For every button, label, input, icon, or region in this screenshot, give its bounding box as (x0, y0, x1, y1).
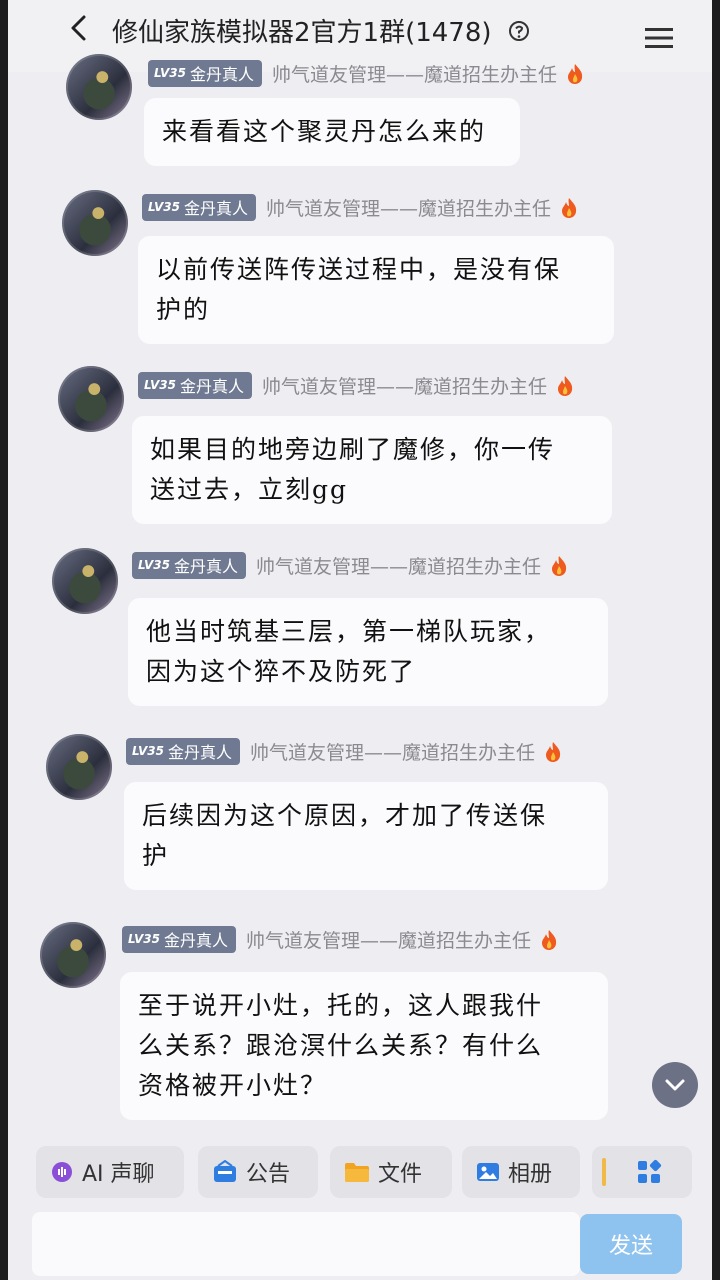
sender-role: 帅气道友管理——魔道招生办主任 (256, 556, 542, 578)
avatar[interactable] (66, 54, 132, 120)
sender-role: 帅气道友管理——魔道招生办主任 (246, 930, 532, 952)
chevron-down-icon (665, 1079, 685, 1091)
menu-icon[interactable] (644, 26, 674, 50)
level-badge: LV35 金丹真人 (122, 926, 236, 953)
album-icon (477, 1163, 499, 1181)
message-bubble[interactable]: 他当时筑基三层，第一梯队玩家， 因为这个猝不及防死了 (128, 598, 608, 706)
fire-icon (558, 375, 573, 396)
tool-more[interactable] (592, 1146, 692, 1198)
fire-icon (568, 63, 583, 84)
question-mark-icon[interactable] (508, 20, 530, 42)
folder-icon (345, 1163, 369, 1182)
divider (602, 1158, 606, 1186)
sender-meta: LV35 金丹真人 帅气道友管理——魔道招生办主任 (122, 926, 559, 953)
message-line: 如果目的地旁边刷了魔修，你一传 (150, 435, 556, 464)
fire-icon (552, 555, 567, 576)
tool-album[interactable]: 相册 (462, 1146, 580, 1198)
sender-role: 帅气道友管理——魔道招生办主任 (262, 376, 548, 398)
message-input[interactable] (32, 1212, 580, 1276)
level-badge: LV35 金丹真人 (132, 552, 246, 579)
message-bubble[interactable]: 来看看这个聚灵丹怎么来的 (144, 98, 520, 166)
message-bubble[interactable]: 如果目的地旁边刷了魔修，你一传 送过去，立刻gg (132, 416, 612, 524)
tool-ai-voice-chat[interactable]: AI 声聊 (36, 1146, 184, 1198)
scroll-to-bottom-button[interactable] (652, 1062, 698, 1108)
avatar[interactable] (40, 922, 106, 988)
sender-meta: LV35 金丹真人 帅气道友管理——魔道招生办主任 (142, 194, 579, 221)
announcement-icon (214, 1160, 236, 1182)
message-line: 护 (142, 841, 170, 870)
message-line: 至于说开小灶，托的，这人跟我什 (138, 991, 544, 1020)
message-line: 因为这个猝不及防死了 (146, 657, 417, 686)
group-title[interactable]: 修仙家族模拟器2官方1群(1478) (112, 12, 492, 49)
tool-announcement[interactable]: 公告 (198, 1146, 318, 1198)
back-arrow-icon[interactable] (66, 14, 94, 42)
avatar[interactable] (46, 734, 112, 800)
sender-role: 帅气道友管理——魔道招生办主任 (272, 64, 558, 86)
avatar[interactable] (52, 548, 118, 614)
fire-icon (546, 741, 561, 762)
ai-voice-icon (52, 1162, 72, 1182)
message-line: 护的 (156, 295, 211, 324)
message-line: 送过去，立刻gg (150, 475, 349, 504)
sender-meta: LV35 金丹真人 帅气道友管理——魔道招生办主任 (126, 738, 563, 765)
level-badge: LV35 金丹真人 (126, 738, 240, 765)
message-bubble[interactable]: 至于说开小灶，托的，这人跟我什 么关系？跟沧溟什么关系？有什么 资格被开小灶？ (120, 972, 608, 1120)
chat-toolbar: AI 声聊 公告 文件 相册 (8, 1140, 712, 1204)
message-bubble[interactable]: 以前传送阵传送过程中，是没有保 护的 (138, 236, 614, 344)
apps-grid-icon (638, 1159, 662, 1183)
sender-meta: LV35 金丹真人 帅气道友管理——魔道招生办主任 (132, 552, 569, 579)
sender-role: 帅气道友管理——魔道招生办主任 (266, 198, 552, 220)
sender-meta: LV35 金丹真人 帅气道友管理——魔道招生办主任 (138, 372, 575, 399)
message-line: 来看看这个聚灵丹怎么来的 (162, 117, 487, 146)
tool-files[interactable]: 文件 (330, 1146, 452, 1198)
chat-screen: 修仙家族模拟器2官方1群(1478) LV35 金丹真人 帅气道友管理——魔道招… (8, 0, 712, 1280)
sender-meta: LV35 金丹真人 帅气道友管理——魔道招生办主任 (148, 60, 585, 87)
level-badge: LV35 金丹真人 (142, 194, 256, 221)
avatar[interactable] (62, 190, 128, 256)
send-button[interactable]: 发送 (580, 1214, 682, 1274)
message-bubble[interactable]: 后续因为这个原因，才加了传送保 护 (124, 782, 608, 890)
level-badge: LV35 金丹真人 (148, 60, 262, 87)
message-line: 后续因为这个原因，才加了传送保 (142, 801, 548, 830)
message-line: 以前传送阵传送过程中，是没有保 (156, 255, 562, 284)
message-line: 资格被开小灶？ (138, 1071, 328, 1100)
sender-role: 帅气道友管理——魔道招生办主任 (250, 742, 536, 764)
message-line: 他当时筑基三层，第一梯队玩家， (146, 617, 552, 646)
fire-icon (542, 929, 557, 950)
level-badge: LV35 金丹真人 (138, 372, 252, 399)
message-line: 么关系？跟沧溟什么关系？有什么 (138, 1031, 544, 1060)
fire-icon (562, 197, 577, 218)
avatar[interactable] (58, 366, 124, 432)
